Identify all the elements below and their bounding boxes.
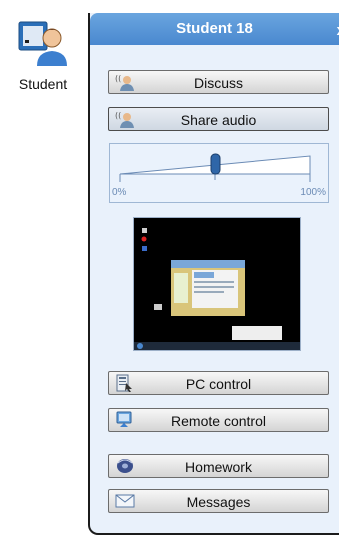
screen-thumbnail	[134, 218, 300, 350]
pc-control-label: PC control	[185, 376, 252, 392]
panel-title: Student 18	[176, 20, 253, 37]
homework-button[interactable]: Homework	[108, 454, 329, 478]
student-label: Student	[18, 76, 68, 92]
discuss-button[interactable]: (( Discuss	[108, 70, 329, 94]
discuss-label: Discuss	[193, 75, 243, 91]
student-screen-thumbnail[interactable]	[133, 217, 301, 351]
student-panel: Student 18 x (( Discuss (( Share audio	[88, 13, 339, 535]
panel-header: Student 18 x	[90, 13, 339, 45]
messages-label: Messages	[186, 494, 251, 510]
remote-control-button[interactable]: Remote control	[108, 408, 329, 432]
volume-min-label: 0%	[112, 187, 127, 198]
volume-slider-thumb[interactable]	[210, 153, 221, 175]
remote-control-label: Remote control	[171, 413, 266, 429]
share-audio-label: Share audio	[180, 112, 257, 128]
volume-slider[interactable]: 0% 100%	[109, 143, 329, 203]
share-audio-button[interactable]: (( Share audio	[108, 107, 329, 131]
student-monitor-icon	[18, 21, 67, 66]
messages-button[interactable]: Messages	[108, 489, 329, 513]
pc-control-button[interactable]: PC control	[108, 371, 329, 395]
student-tile[interactable]: Student	[0, 0, 88, 536]
volume-ramp	[119, 153, 311, 182]
homework-label: Homework	[185, 459, 252, 475]
volume-max-label: 100%	[300, 187, 326, 198]
